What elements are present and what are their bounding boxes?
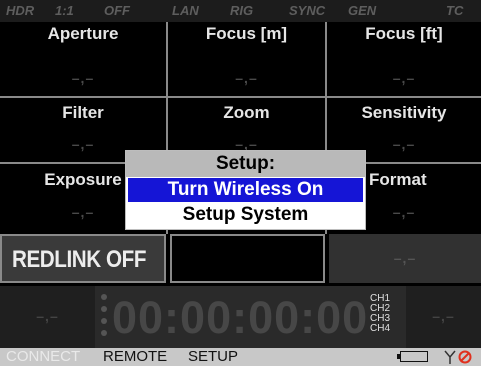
status-off: OFF (104, 3, 130, 18)
channel-label: CH4 (370, 323, 391, 334)
redlink-status-box[interactable]: REDLINK OFF (0, 234, 166, 283)
timecode-left-value: –,– (36, 308, 59, 324)
status-gen: GEN (348, 3, 377, 18)
status-tc: TC (446, 3, 464, 18)
remote-button[interactable]: REMOTE (103, 348, 167, 366)
battery-icon (397, 351, 428, 362)
antenna-icon (444, 350, 456, 364)
right-status-box[interactable]: –,– (329, 234, 481, 283)
timecode-dots-icon (100, 294, 108, 340)
aperture-label: Aperture (47, 24, 119, 43)
setup-button[interactable]: SETUP (188, 348, 238, 366)
status-hdr: HDR (6, 3, 35, 18)
status-lan: LAN (172, 3, 199, 18)
focus-ft-label: Focus [ft] (365, 24, 443, 43)
aperture-value[interactable]: –,– (0, 70, 166, 86)
right-status-value: –,– (393, 250, 417, 266)
timecode-right-box[interactable]: –,– (406, 286, 481, 348)
filter-label: Filter (62, 103, 104, 122)
focus-ft-value[interactable]: –,– (327, 70, 481, 86)
status-rig: RIG (230, 3, 254, 18)
status-bar: HDR 1:1 OFF LAN RIG SYNC GEN TC (0, 0, 481, 22)
center-status-box[interactable] (170, 234, 325, 283)
status-sync: SYNC (289, 3, 326, 18)
sensitivity-label: Sensitivity (361, 103, 447, 122)
status-ratio: 1:1 (55, 3, 74, 18)
connect-button[interactable]: CONNECT (6, 348, 80, 366)
grid-divider (0, 96, 481, 98)
zoom-label: Zoom (223, 103, 270, 122)
focus-m-value[interactable]: –,– (168, 70, 325, 86)
setup-dialog: Setup: Turn Wireless On Setup System (125, 150, 366, 230)
timecode-display: 00:00:00:00 (112, 292, 369, 343)
menu-item-turn-wireless-on[interactable]: Turn Wireless On (128, 178, 363, 202)
no-signal-icon (458, 350, 472, 364)
focus-m-label: Focus [m] (205, 24, 288, 43)
audio-channels: CH1 CH2 CH3 CH4 (370, 294, 410, 334)
timecode-panel: –,– 00:00:00:00 CH1 CH2 CH3 CH4 –,– (0, 286, 481, 348)
timecode-right-value: –,– (432, 308, 455, 324)
redlink-label: REDLINK OFF (12, 246, 147, 273)
menu-item-setup-system[interactable]: Setup System (128, 203, 363, 227)
bottom-bar: CONNECT REMOTE SETUP (0, 348, 481, 366)
timecode-left-box[interactable]: –,– (0, 286, 95, 348)
dialog-title: Setup: (126, 151, 365, 177)
